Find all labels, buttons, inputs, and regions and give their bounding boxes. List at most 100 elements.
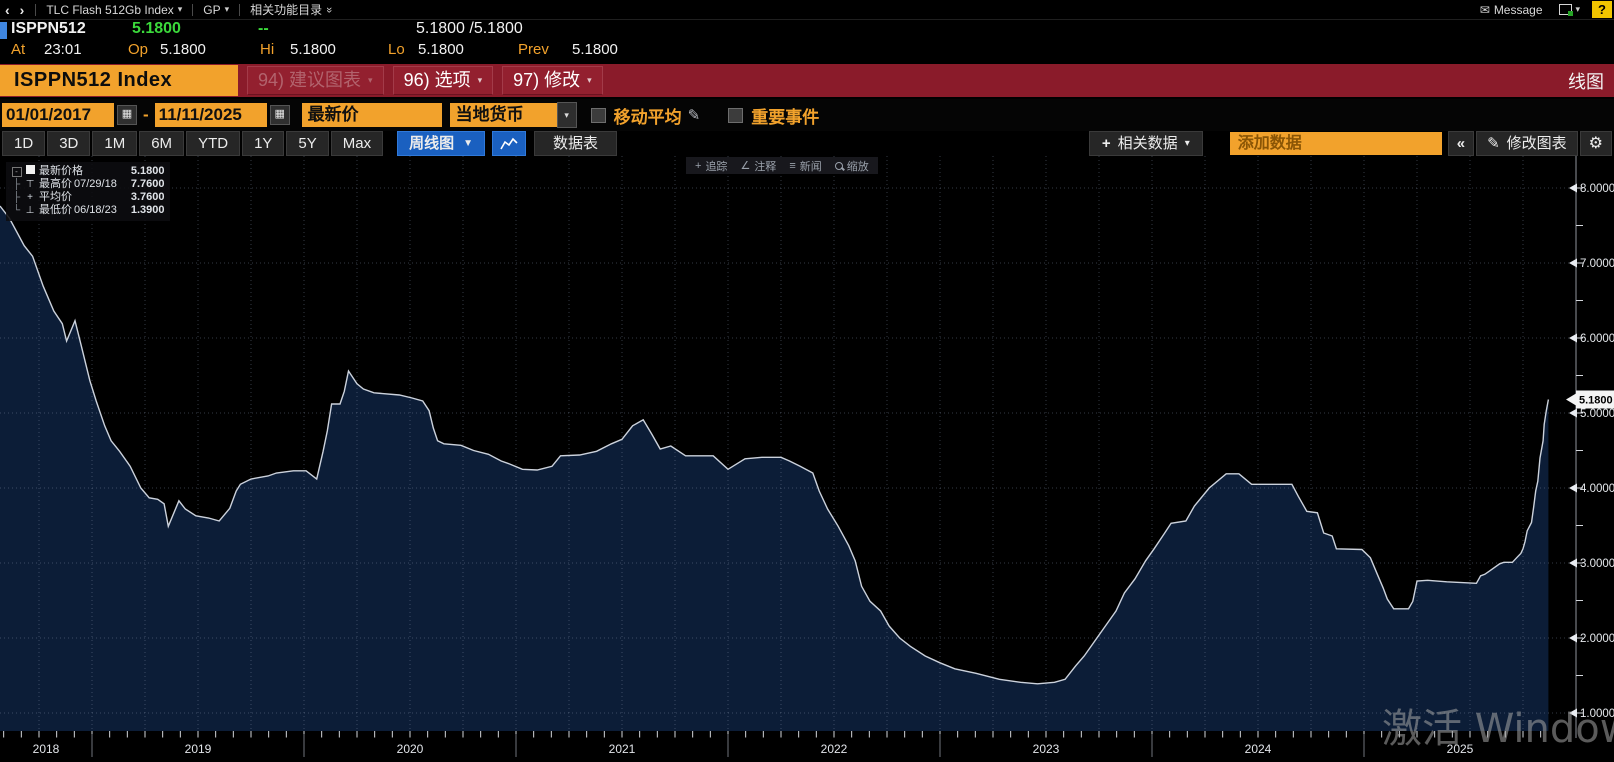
period-dropdown[interactable]: 周线图 ▼: [397, 131, 485, 156]
tree-branch-icon: ├: [10, 191, 23, 204]
chevron-down-icon: ▾: [1185, 132, 1190, 155]
top-system-bar: ‹ › TLC Flash 512Gb Index ▾ GP ▾ 相关功能目录 …: [0, 0, 1614, 20]
pencil-icon[interactable]: ✎: [688, 106, 701, 124]
legend-row[interactable]: - 最新价格 5.1800: [10, 165, 164, 178]
chart-legend[interactable]: - 最新价格 5.1800├⊤最高价07/29/187.7600├+平均价3.760…: [6, 162, 170, 221]
range-button-3d[interactable]: 3D: [47, 131, 90, 156]
message-button[interactable]: ✉ Message: [1476, 3, 1547, 17]
zoom-tool[interactable]: 缩放: [835, 158, 869, 174]
calendar-icon[interactable]: ▦: [270, 105, 290, 125]
gp-menu-label: GP: [203, 3, 220, 17]
svg-text:7.0000: 7.0000: [1580, 258, 1614, 270]
news-tool[interactable]: ≡ 新闻: [789, 158, 821, 174]
menu-97-edit[interactable]: 97) 修改 ▾: [502, 66, 603, 95]
last-price-tag: 5.1800: [1566, 391, 1614, 409]
series-marker-icon: [23, 165, 37, 178]
security-menu-label: TLC Flash 512Gb Index: [46, 3, 173, 17]
chevron-down-icon: ▾: [1576, 4, 1581, 15]
calendar-icon[interactable]: ▦: [117, 105, 137, 125]
line-chart-type-button[interactable]: [492, 131, 526, 156]
activate-windows-watermark: 激活 Windows: [1382, 696, 1614, 754]
range-button-max[interactable]: Max: [331, 131, 383, 156]
input-cursor: [0, 22, 7, 39]
related-data-label: 相关数据: [1118, 132, 1178, 155]
price-chart-svg: 1.00002.00003.00004.00005.00006.00007.00…: [0, 156, 1614, 762]
zoom-label: 缩放: [847, 158, 869, 174]
add-data-input[interactable]: [1230, 132, 1442, 155]
related-data-button[interactable]: + 相关数据 ▾: [1089, 131, 1203, 156]
legend-value: 3.7600: [117, 191, 165, 204]
at-time: 23:01: [44, 41, 82, 58]
range-button-1d[interactable]: 1D: [2, 131, 45, 156]
svg-text:8.0000: 8.0000: [1580, 183, 1614, 195]
svg-text:2019: 2019: [185, 742, 212, 756]
legend-row[interactable]: ├+平均价3.7600: [10, 191, 164, 204]
collapse-panel-button[interactable]: «: [1448, 131, 1474, 156]
chevron-down-icon: ▾: [225, 4, 230, 15]
legend-label: 最新价格: [39, 165, 83, 178]
legend-value: 5.1800: [117, 165, 165, 178]
menu-96-label: 96) 选项: [404, 67, 471, 94]
window-export-icon: [1559, 4, 1572, 15]
chevron-down-icon: ▾: [178, 4, 183, 15]
legend-value: 7.7600: [117, 178, 165, 191]
range-button-5y[interactable]: 5Y: [286, 131, 328, 156]
svg-text:2020: 2020: [397, 742, 424, 756]
chevron-down-icon: ▾: [478, 67, 483, 94]
last-price: 5.1800: [132, 20, 181, 38]
security-field[interactable]: ISPPN512 Index: [0, 65, 238, 96]
currency-select[interactable]: 当地货币: [450, 103, 557, 127]
svg-text:2021: 2021: [609, 742, 636, 756]
low-label: Lo: [388, 41, 405, 58]
net-change: --: [258, 20, 269, 38]
svg-text:2018: 2018: [33, 742, 60, 756]
svg-text:2022: 2022: [821, 742, 848, 756]
chevron-down-icon: ▼: [463, 132, 473, 155]
legend-date: 06/18/23: [74, 204, 117, 217]
range-button-ytd[interactable]: YTD: [186, 131, 240, 156]
menu-96-options[interactable]: 96) 选项 ▾: [393, 66, 494, 95]
key-events-checkbox[interactable]: [728, 108, 743, 123]
chart-settings-gear-button[interactable]: ⚙: [1580, 131, 1612, 156]
date-to-input[interactable]: [155, 103, 267, 127]
related-functions-menu[interactable]: 相关功能目录 »: [246, 1, 336, 18]
magnifier-icon: [835, 162, 843, 170]
news-lines-icon: ≡: [789, 160, 795, 172]
help-button[interactable]: ?: [1592, 1, 1612, 18]
legend-label: 最高价: [39, 178, 72, 191]
moving-average-checkbox[interactable]: [591, 108, 606, 123]
range-button-6m[interactable]: 6M: [139, 131, 184, 156]
annotate-icon: ∠: [740, 159, 750, 172]
range-button-group: 1D3D1M6MYTD1Y5YMax: [2, 131, 385, 156]
quote-row-primary: ISPPN512 5.1800 -- 5.1800 /5.1800: [0, 20, 1614, 41]
date-from-input[interactable]: [2, 103, 114, 127]
double-chevron-down-icon: »: [323, 6, 335, 12]
chart-mini-toolbar: + 追踪 ∠ 注释 ≡ 新闻 缩放: [686, 157, 878, 174]
range-button-1y[interactable]: 1Y: [242, 131, 284, 156]
back-arrow-icon[interactable]: ‹: [0, 2, 15, 18]
x-axis-bottom: 20182019202020212022202320242025: [4, 731, 1541, 757]
edit-chart-button[interactable]: ✎ 修改图表: [1476, 131, 1578, 156]
currency-dropdown-button[interactable]: ▾: [557, 102, 577, 128]
y-axis-right: 1.00002.00003.00004.00005.00006.00007.00…: [1569, 156, 1614, 738]
forward-arrow-icon[interactable]: ›: [15, 2, 30, 18]
annotate-label: 注释: [754, 158, 776, 174]
legend-row[interactable]: └⊥最低价06/18/231.3900: [10, 204, 164, 217]
high-value: 5.1800: [290, 41, 336, 58]
menu-94-suggested-charts[interactable]: 94) 建议图表 ▾: [247, 66, 384, 95]
range-button-1m[interactable]: 1M: [92, 131, 137, 156]
gp-function-menu[interactable]: GP ▾: [199, 3, 233, 17]
svg-text:3.0000: 3.0000: [1580, 558, 1614, 570]
chart-plot-area[interactable]: 1.00002.00003.00004.00005.00006.00007.00…: [0, 156, 1614, 762]
high-label: Hi: [260, 41, 274, 58]
track-tool[interactable]: + 追踪: [695, 158, 727, 174]
price-field-select[interactable]: 最新价: [302, 103, 442, 127]
legend-expander-icon[interactable]: -: [10, 165, 23, 178]
annotate-tool[interactable]: ∠ 注释: [740, 158, 776, 174]
legend-row[interactable]: ├⊤最高价07/29/187.7600: [10, 178, 164, 191]
legend-label: 最低价: [39, 204, 72, 217]
data-table-button[interactable]: 数据表: [534, 131, 617, 156]
launch-window-button[interactable]: ▾: [1555, 4, 1585, 15]
ticker: ISPPN512: [11, 20, 86, 38]
security-menu[interactable]: TLC Flash 512Gb Index ▾: [42, 3, 186, 17]
